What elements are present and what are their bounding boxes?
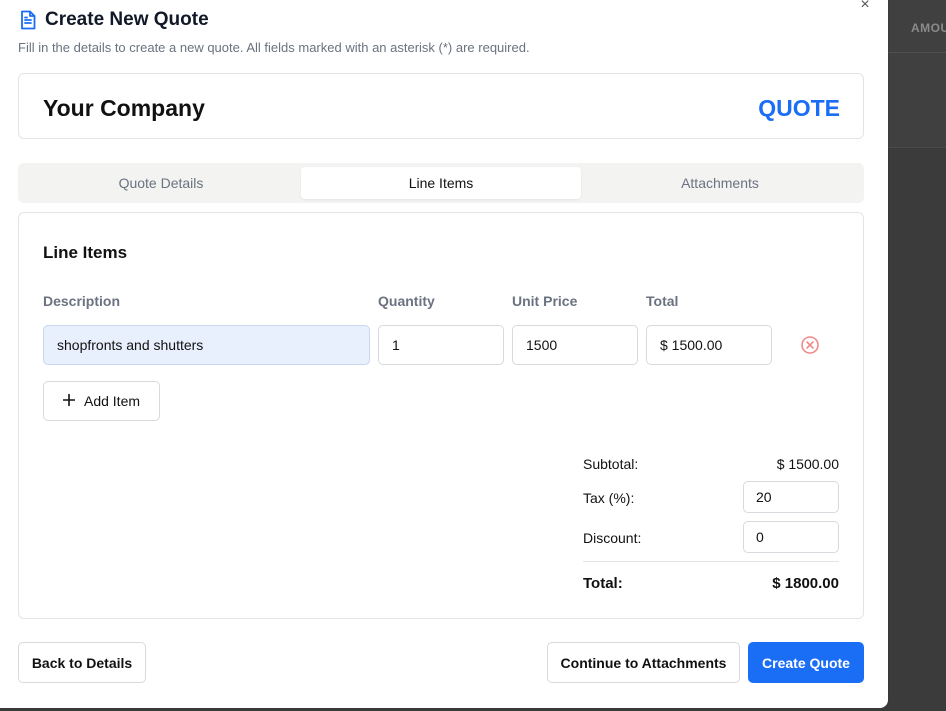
modal-subtitle: Fill in the details to create a new quot… [18,40,530,55]
quantity-input[interactable] [378,325,504,365]
tax-label: Tax (%): [583,490,635,506]
column-header-unit-price: Unit Price [512,293,578,309]
section-title: Line Items [43,243,128,262]
column-header-description: Description [43,293,121,309]
total-value: $ 1800.00 [772,575,839,592]
company-header-card: Your Company QUOTE [18,73,864,139]
back-to-details-button[interactable]: Back to Details [18,642,146,683]
modal-header: Create New Quote [19,8,209,32]
column-header-quantity: Quantity [378,293,435,309]
summary-divider [583,561,839,562]
tab-quote-details[interactable]: Quote Details [21,167,301,199]
create-quote-modal: × Create New Quote Fill in the details t… [0,0,888,708]
add-item-button[interactable]: Add Item [43,381,160,421]
continue-to-attachments-button[interactable]: Continue to Attachments [547,642,740,683]
document-type-label: QUOTE [758,95,840,121]
add-item-label: Add Item [83,393,141,409]
tax-input[interactable] [743,481,839,513]
unit-price-input[interactable] [512,325,638,365]
company-name: Your Company [43,95,205,121]
subtotal-label: Subtotal: [583,456,639,472]
quote-tabs: Quote Details Line Items Attachments [18,163,864,203]
plus-icon [62,393,76,409]
discount-label: Discount: [583,530,642,546]
background-divider [888,52,946,53]
column-header-total: Total [646,293,679,309]
line-total-field: $ 1500.00 [646,325,772,365]
total-label: Total: [583,575,623,592]
description-input[interactable] [43,325,370,365]
modal-title: Create New Quote [45,9,209,30]
tab-attachments[interactable]: Attachments [580,167,860,199]
subtotal-value: $ 1500.00 [776,456,839,472]
line-items-card: Line Items Description Quantity Unit Pri… [18,212,864,619]
document-icon [19,10,37,30]
discount-input[interactable] [743,521,839,553]
close-icon[interactable]: × [856,0,874,14]
tab-line-items[interactable]: Line Items [301,167,581,199]
create-quote-button[interactable]: Create Quote [748,642,864,683]
background-column-header: AMOU [911,21,946,35]
x-circle-icon[interactable] [800,335,820,355]
